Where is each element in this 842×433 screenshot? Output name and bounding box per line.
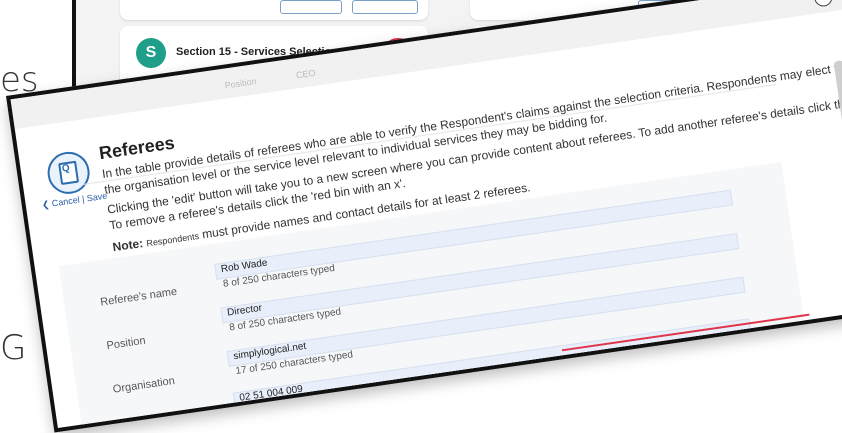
ghost-position-value: CEO xyxy=(295,67,317,81)
scrollbar-thumb[interactable] xyxy=(833,60,842,181)
section-avatar: S xyxy=(136,38,166,68)
ghost-position-label: Position xyxy=(224,76,258,91)
questionnaire-document-icon xyxy=(44,149,93,197)
card-button[interactable] xyxy=(352,0,418,14)
card-button[interactable] xyxy=(280,0,342,14)
cancel-save-link[interactable]: ❮ Cancel | Save xyxy=(41,191,108,211)
section-card-top-left[interactable] xyxy=(120,0,428,20)
note-label: Note: xyxy=(111,236,145,255)
slide-text-fragment-bottom: G xyxy=(0,328,27,368)
note-sub: Respondents xyxy=(145,230,200,249)
phone-char-count: ...nd xyxy=(240,404,262,419)
